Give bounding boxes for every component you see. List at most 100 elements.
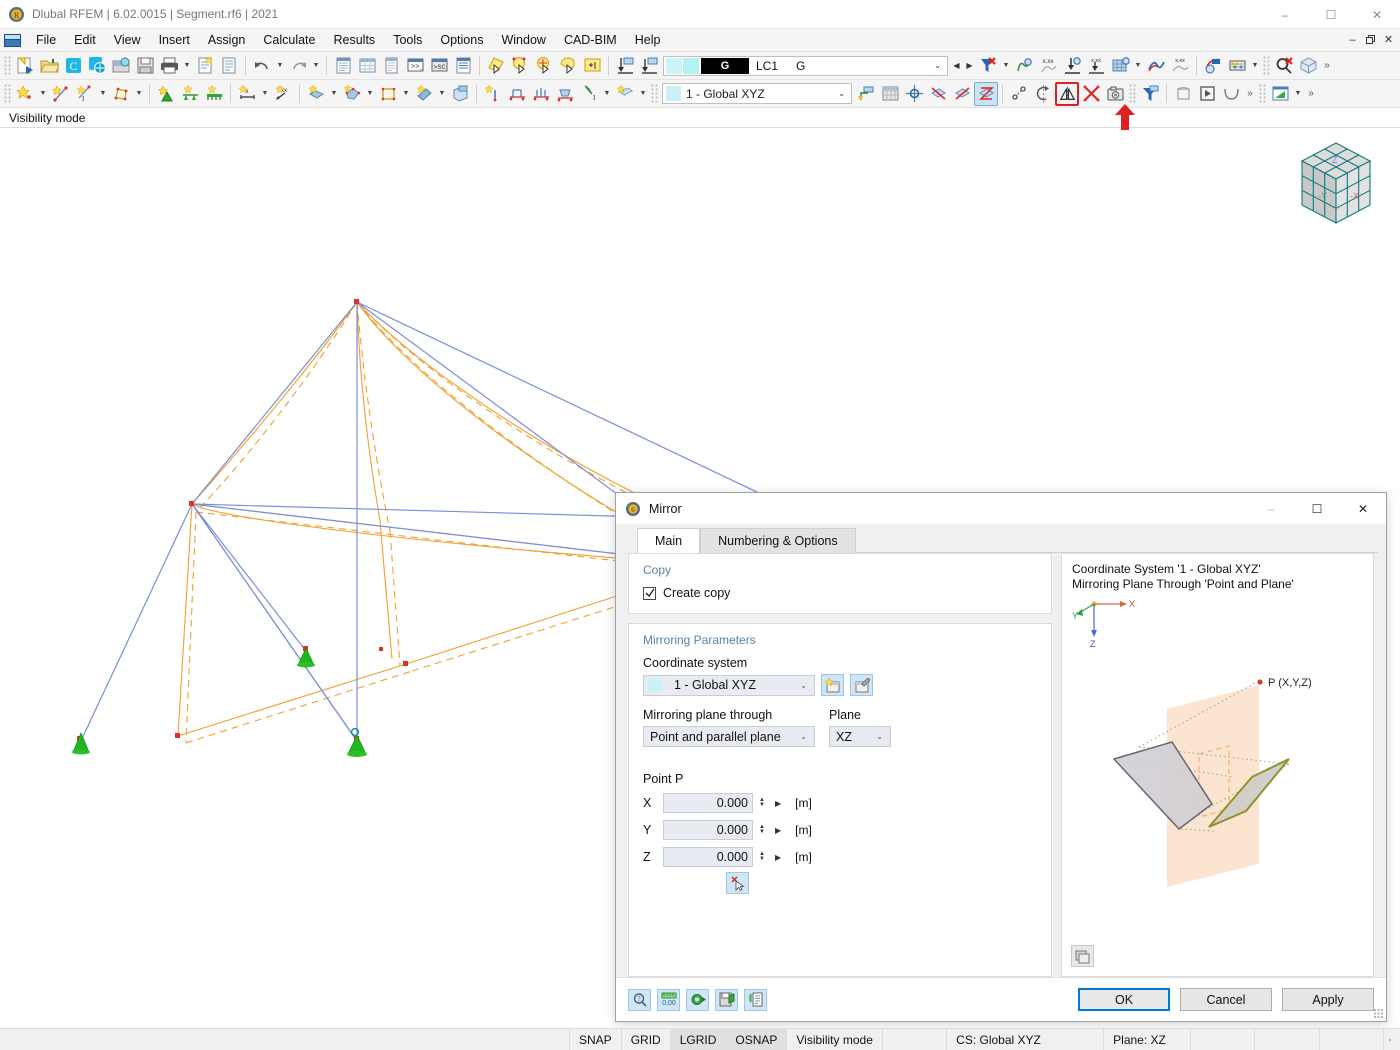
project-manager-icon[interactable] (109, 54, 133, 78)
point-p-z-input[interactable]: 0.000 (663, 847, 753, 867)
new-report-icon[interactable] (193, 54, 217, 78)
select-objects-icon[interactable] (484, 54, 508, 78)
new-node-icon[interactable] (13, 82, 37, 106)
tab-numbering-options[interactable]: Numbering & Options (700, 528, 856, 553)
filter-delete-icon[interactable] (976, 54, 1000, 78)
nodal-release-icon[interactable] (505, 82, 529, 106)
load-case-selector[interactable]: G LC1 G ⌄ (663, 55, 948, 76)
coordinate-system-chevron-down-icon[interactable]: ⌄ (793, 681, 814, 690)
snap-grid-icon[interactable] (902, 82, 926, 106)
grid-results-dropdown-arrow-icon[interactable]: ▼ (1132, 54, 1144, 78)
deformation-icon[interactable] (1060, 54, 1084, 78)
mirror-dialog[interactable]: 6 Mirror – ☐ ✕ Main Numbering & Options … (615, 492, 1387, 1022)
status-lgrid-toggle[interactable]: LGRID (670, 1029, 727, 1050)
navigator-icon[interactable] (331, 54, 355, 78)
redo-dropdown-arrow-icon[interactable]: ▼ (310, 54, 322, 78)
load-case-next-button[interactable]: ▶ (963, 56, 976, 76)
new-opening-dropdown-arrow-icon[interactable]: ▼ (400, 82, 412, 106)
copy-list-icon[interactable] (744, 988, 767, 1011)
mdi-close-button[interactable]: ✕ (1380, 31, 1397, 48)
diagram-values-icon[interactable]: x.xx (1168, 54, 1192, 78)
new-line-support-icon[interactable] (178, 82, 202, 106)
create-copy-row[interactable]: Create copy (643, 586, 1037, 600)
mirroring-plane-through-chevron-down-icon[interactable]: ⌄ (793, 732, 814, 741)
diagram-green-dropdown-arrow-icon[interactable]: ▼ (1292, 82, 1304, 106)
mirror-dialog-maximize-button[interactable]: ☐ (1294, 493, 1340, 524)
new-member-support-icon[interactable] (202, 82, 226, 106)
plane-y-icon[interactable] (950, 82, 974, 106)
curve-icon[interactable] (1219, 82, 1243, 106)
member-hinge-icon[interactable] (481, 82, 505, 106)
units-icon[interactable]: 0,00 (657, 988, 680, 1011)
move-icon[interactable] (1007, 82, 1031, 106)
load-case-icon[interactable]: I (577, 82, 601, 106)
printout-report-icon[interactable] (217, 54, 241, 78)
undo-icon[interactable] (250, 54, 274, 78)
save-defaults-icon[interactable] (715, 988, 738, 1011)
plane-chevron-down-icon[interactable]: ⌄ (869, 732, 890, 741)
diagram-toolbar-grip[interactable] (1259, 83, 1266, 104)
list-table-icon[interactable] (379, 54, 403, 78)
result-diagram-icon[interactable] (1201, 54, 1225, 78)
point-p-x-input[interactable]: 0.000 (663, 793, 753, 813)
dimension-x-icon[interactable]: x (235, 82, 259, 106)
point-p-x-stepper[interactable]: ▲ ▼ (759, 797, 765, 808)
new-opening-icon[interactable] (376, 82, 400, 106)
select-by-circle-icon[interactable] (508, 54, 532, 78)
status-osnap-toggle[interactable]: OSNAP (726, 1029, 788, 1050)
new-line-arc-icon[interactable]: I (73, 82, 97, 106)
ok-button[interactable]: OK (1078, 988, 1170, 1011)
new-surface-icon[interactable] (304, 82, 328, 106)
plane-z-icon[interactable] (974, 81, 998, 106)
menu-item-view[interactable]: View (105, 31, 150, 49)
toolbar-grip[interactable] (4, 55, 11, 76)
load-combo-dropdown-arrow-icon[interactable]: ▼ (637, 82, 649, 106)
load-combo-icon[interactable] (613, 82, 637, 106)
window-minimize-button[interactable]: – (1262, 0, 1308, 29)
select-special-icon[interactable] (532, 54, 556, 78)
menu-item-help[interactable]: Help (626, 31, 670, 49)
undo-dropdown-arrow-icon[interactable]: ▼ (274, 54, 286, 78)
new-solid-icon[interactable] (340, 82, 364, 106)
new-surface-dropdown-arrow-icon[interactable]: ▼ (328, 82, 340, 106)
new-line-icon[interactable] (49, 82, 73, 106)
menu-item-edit[interactable]: Edit (65, 31, 105, 49)
point-p-y-expand-icon[interactable]: ▶ (775, 826, 781, 835)
point-p-x-expand-icon[interactable]: ▶ (775, 799, 781, 808)
zoom-delete-icon[interactable] (1272, 54, 1296, 78)
new-member-icon[interactable] (412, 82, 436, 106)
print-dropdown-arrow-icon[interactable]: ▼ (181, 54, 193, 78)
window-maximize-button[interactable]: ☐ (1308, 0, 1354, 29)
filter-icon[interactable] (1138, 82, 1162, 106)
load-import-icon[interactable] (613, 54, 637, 78)
menu-item-cad-bim[interactable]: CAD-BIM (555, 31, 626, 49)
menu-item-calculate[interactable]: Calculate (254, 31, 324, 49)
status-coordinate-system[interactable]: CS: Global XYZ (947, 1029, 1105, 1050)
save-icon[interactable] (133, 54, 157, 78)
animation-icon[interactable] (1195, 82, 1219, 106)
deformation-values-icon[interactable]: x.xx (1084, 54, 1108, 78)
dimension-xx-icon[interactable]: xx (271, 82, 295, 106)
console-icon[interactable]: >>_ (403, 54, 427, 78)
extrude-icon[interactable] (1171, 82, 1195, 106)
point-p-z-stepper[interactable]: ▲ ▼ (759, 851, 765, 862)
view-toolbar-grip[interactable] (1129, 83, 1136, 104)
print-icon[interactable] (157, 54, 181, 78)
menu-item-assign[interactable]: Assign (199, 31, 255, 49)
point-p-y-input[interactable]: 0.000 (663, 820, 753, 840)
dlubal-center-icon[interactable]: C (61, 54, 85, 78)
load-case-chevron-down-icon[interactable]: ⌄ (934, 61, 947, 70)
pick-point-cursor-icon[interactable] (726, 872, 749, 894)
dimension-dropdown-arrow-icon[interactable]: ▼ (259, 82, 271, 106)
redo-icon[interactable] (286, 54, 310, 78)
diagram-green-icon[interactable] (1268, 82, 1292, 106)
mirror-dialog-close-button[interactable]: ✕ (1340, 493, 1386, 524)
abacus-dropdown-arrow-icon[interactable]: ▼ (1249, 54, 1261, 78)
tab-main[interactable]: Main (637, 528, 701, 553)
mdi-restore-button[interactable] (1362, 31, 1379, 48)
model-data-icon[interactable] (451, 54, 475, 78)
menu-item-insert[interactable]: Insert (150, 31, 199, 49)
diagram-icon[interactable] (1144, 54, 1168, 78)
new-polyline-dropdown-arrow-icon[interactable]: ▼ (133, 82, 145, 106)
cancel-button[interactable]: Cancel (1180, 988, 1272, 1011)
